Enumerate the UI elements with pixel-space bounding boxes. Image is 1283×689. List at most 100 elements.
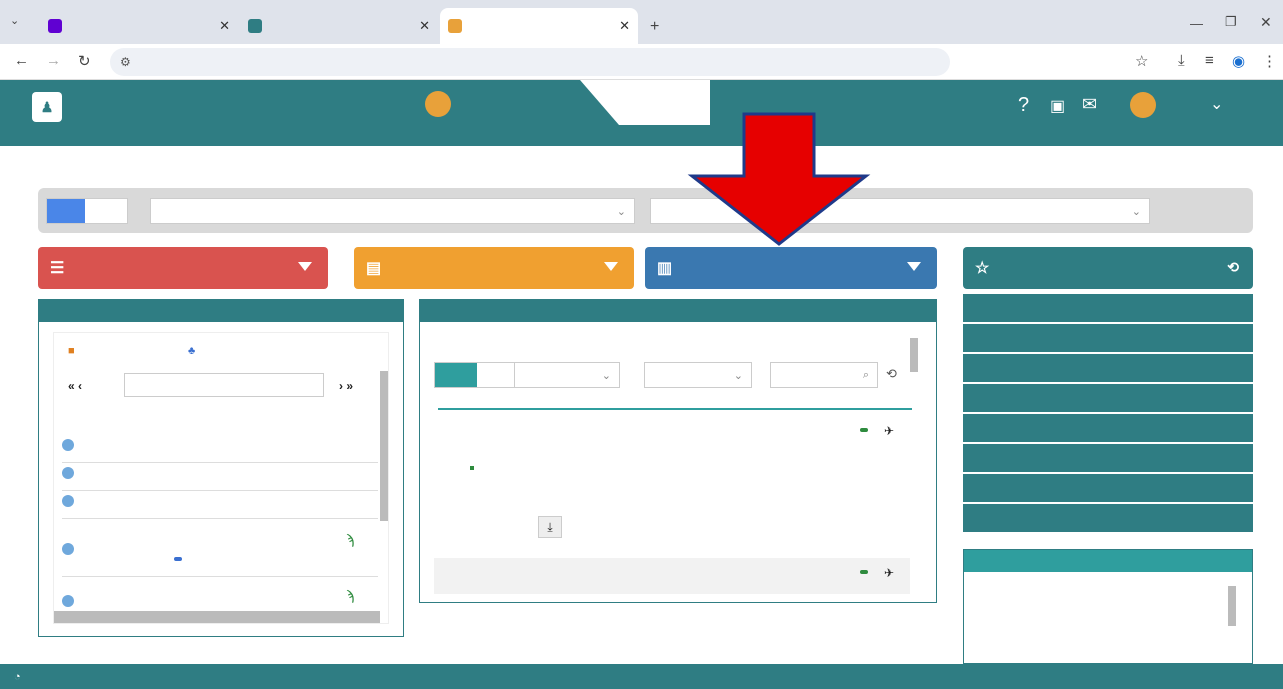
red-arrow-annotation	[687, 112, 871, 246]
table-row[interactable]: ϡ	[62, 587, 378, 611]
bookmark-star-icon[interactable]: ☆	[1135, 52, 1148, 70]
comunicazioni-panel: ⌄ ⌄ ⌕ ⟲ ✈ ⤓ ✈	[419, 299, 937, 603]
menu-colloqui[interactable]	[963, 294, 1253, 322]
oggi-panel-title	[39, 300, 403, 322]
le-mie-box[interactable]	[46, 198, 128, 224]
new-tab-button[interactable]: +	[650, 18, 659, 36]
refresh-icon[interactable]: ⟲	[886, 366, 897, 382]
window-icon[interactable]: ▣	[1050, 96, 1065, 116]
axios-favicon-icon	[448, 19, 462, 33]
menu-scrutini[interactable]	[963, 384, 1253, 412]
statistiche-panel-title	[964, 550, 1252, 572]
search-input[interactable]: ⌕	[770, 362, 878, 388]
pin-icon[interactable]: ✈	[884, 566, 894, 580]
chevron-down-icon[interactable]: ⌄	[1210, 94, 1223, 114]
programmazione-button[interactable]: ▥	[645, 247, 937, 289]
prev-week-icon[interactable]: « ‹	[68, 379, 82, 393]
att-label	[435, 363, 477, 387]
hour-badge	[62, 495, 74, 507]
list-icon: ☰	[50, 260, 65, 277]
att-filter[interactable]	[434, 362, 516, 388]
reading-list-icon[interactable]: ≡	[1205, 52, 1214, 69]
table-row[interactable]: ϡ	[62, 525, 378, 577]
comunicazioni-panel-title	[420, 300, 936, 322]
table-row	[62, 495, 378, 519]
le-mie-label	[47, 199, 85, 223]
address-bar[interactable]: ⚙	[110, 48, 950, 76]
oggi-horizontal-scrollbar[interactable]	[54, 611, 380, 623]
avatar[interactable]	[1130, 92, 1156, 118]
hour-badge	[62, 543, 74, 555]
caret-down-icon	[604, 262, 618, 271]
next-week-icon[interactable]: › »	[339, 379, 353, 393]
caret-down-icon	[907, 262, 921, 271]
forward-icon[interactable]: →	[46, 52, 61, 69]
browser-tab-accesso[interactable]: ✕	[240, 8, 438, 44]
comm-scrollbar[interactable]	[910, 338, 918, 372]
registro-logo-icon: ♟	[32, 92, 62, 122]
browser-tab-axios-active[interactable]: ✕	[440, 8, 638, 44]
users-icon: ♣	[188, 345, 196, 357]
author-select[interactable]: ⌄	[644, 362, 752, 388]
registro-docente-button[interactable]: ▤	[354, 247, 634, 289]
footer: ◔	[0, 664, 1283, 689]
back-icon[interactable]: ←	[14, 52, 29, 69]
filter-bar: ⌄ ⌄	[38, 188, 1253, 233]
statistiche-panel	[963, 549, 1253, 664]
menu-materiale-didattico[interactable]	[963, 414, 1253, 442]
menu-sportello-corsi[interactable]	[963, 504, 1253, 532]
menu-ricerca[interactable]	[963, 354, 1253, 382]
chevron-down-icon: ⌄	[616, 205, 626, 218]
axios-favicon-icon	[248, 19, 262, 33]
support-icon: ◔	[14, 670, 21, 683]
tab-list-icon[interactable]: ⌄	[10, 14, 19, 27]
caret-down-icon	[298, 262, 312, 271]
reload-icon[interactable]: ↻	[78, 52, 91, 70]
browser-tab-yahoo[interactable]: ✕	[40, 8, 238, 44]
oggi-panel: ■ ♣ « ‹ › » ϡ ϡ	[38, 299, 404, 637]
registro-classe-button[interactable]: ☰	[38, 247, 328, 289]
download-icon[interactable]: ⤓	[1178, 52, 1185, 69]
yahoo-favicon-icon	[48, 19, 62, 33]
reset-icon[interactable]: ⟲	[1227, 259, 1239, 276]
profile-icon[interactable]: ◉	[1232, 52, 1245, 70]
menu-comunicazioni[interactable]	[963, 324, 1253, 352]
help-icon[interactable]: ?	[1018, 94, 1029, 117]
mail-icon[interactable]: ✉	[1082, 94, 1097, 115]
chart-icon: ▥	[657, 260, 673, 277]
class-select[interactable]: ⌄	[150, 198, 635, 224]
pin-icon[interactable]: ✈	[884, 424, 894, 438]
signature-icon[interactable]: ϡ	[346, 587, 354, 603]
more-menu-icon[interactable]: ⋮	[1262, 52, 1277, 70]
tab-colloqui[interactable]: ♣	[188, 345, 195, 357]
day-selector[interactable]	[124, 373, 324, 397]
oggi-inner: ■ ♣ « ‹ › » ϡ ϡ	[53, 332, 389, 624]
restore-icon[interactable]: ❐	[1225, 14, 1237, 30]
chevron-down-icon: ⌄	[733, 369, 743, 382]
menu-veloce-button[interactable]: ☆ ⟲	[963, 247, 1253, 289]
search-icon[interactable]: ⌕	[863, 369, 869, 382]
comm-count-badge	[860, 428, 868, 432]
oggi-scrollbar[interactable]	[380, 371, 388, 521]
type-select[interactable]: ⌄	[514, 362, 620, 388]
download-attachment-icon[interactable]: ⤓	[538, 516, 562, 538]
minimize-icon[interactable]: —	[1190, 16, 1203, 31]
list-item[interactable]: ✈	[434, 558, 910, 594]
close-tab-icon[interactable]: ✕	[413, 18, 430, 34]
close-window-icon[interactable]: ✕	[1260, 14, 1272, 31]
signature-icon[interactable]: ϡ	[346, 531, 354, 547]
tab-firme[interactable]: ■	[68, 345, 75, 357]
star-icon: ☆	[975, 260, 990, 277]
menu-altre-funzioni[interactable]	[963, 444, 1253, 472]
comm-divider	[438, 408, 912, 410]
hour-badge	[62, 595, 74, 607]
hour-badge	[62, 439, 74, 451]
close-tab-icon[interactable]: ✕	[213, 18, 230, 34]
subject-tag	[174, 557, 182, 561]
book-icon: ▤	[366, 260, 382, 277]
site-info-icon[interactable]: ⚙	[120, 55, 131, 69]
menu-registro-firme[interactable]	[963, 474, 1253, 502]
stat-scrollbar[interactable]	[1228, 586, 1236, 626]
close-tab-icon[interactable]: ✕	[613, 18, 630, 34]
list-item[interactable]: ✈ ⤓	[438, 420, 912, 560]
